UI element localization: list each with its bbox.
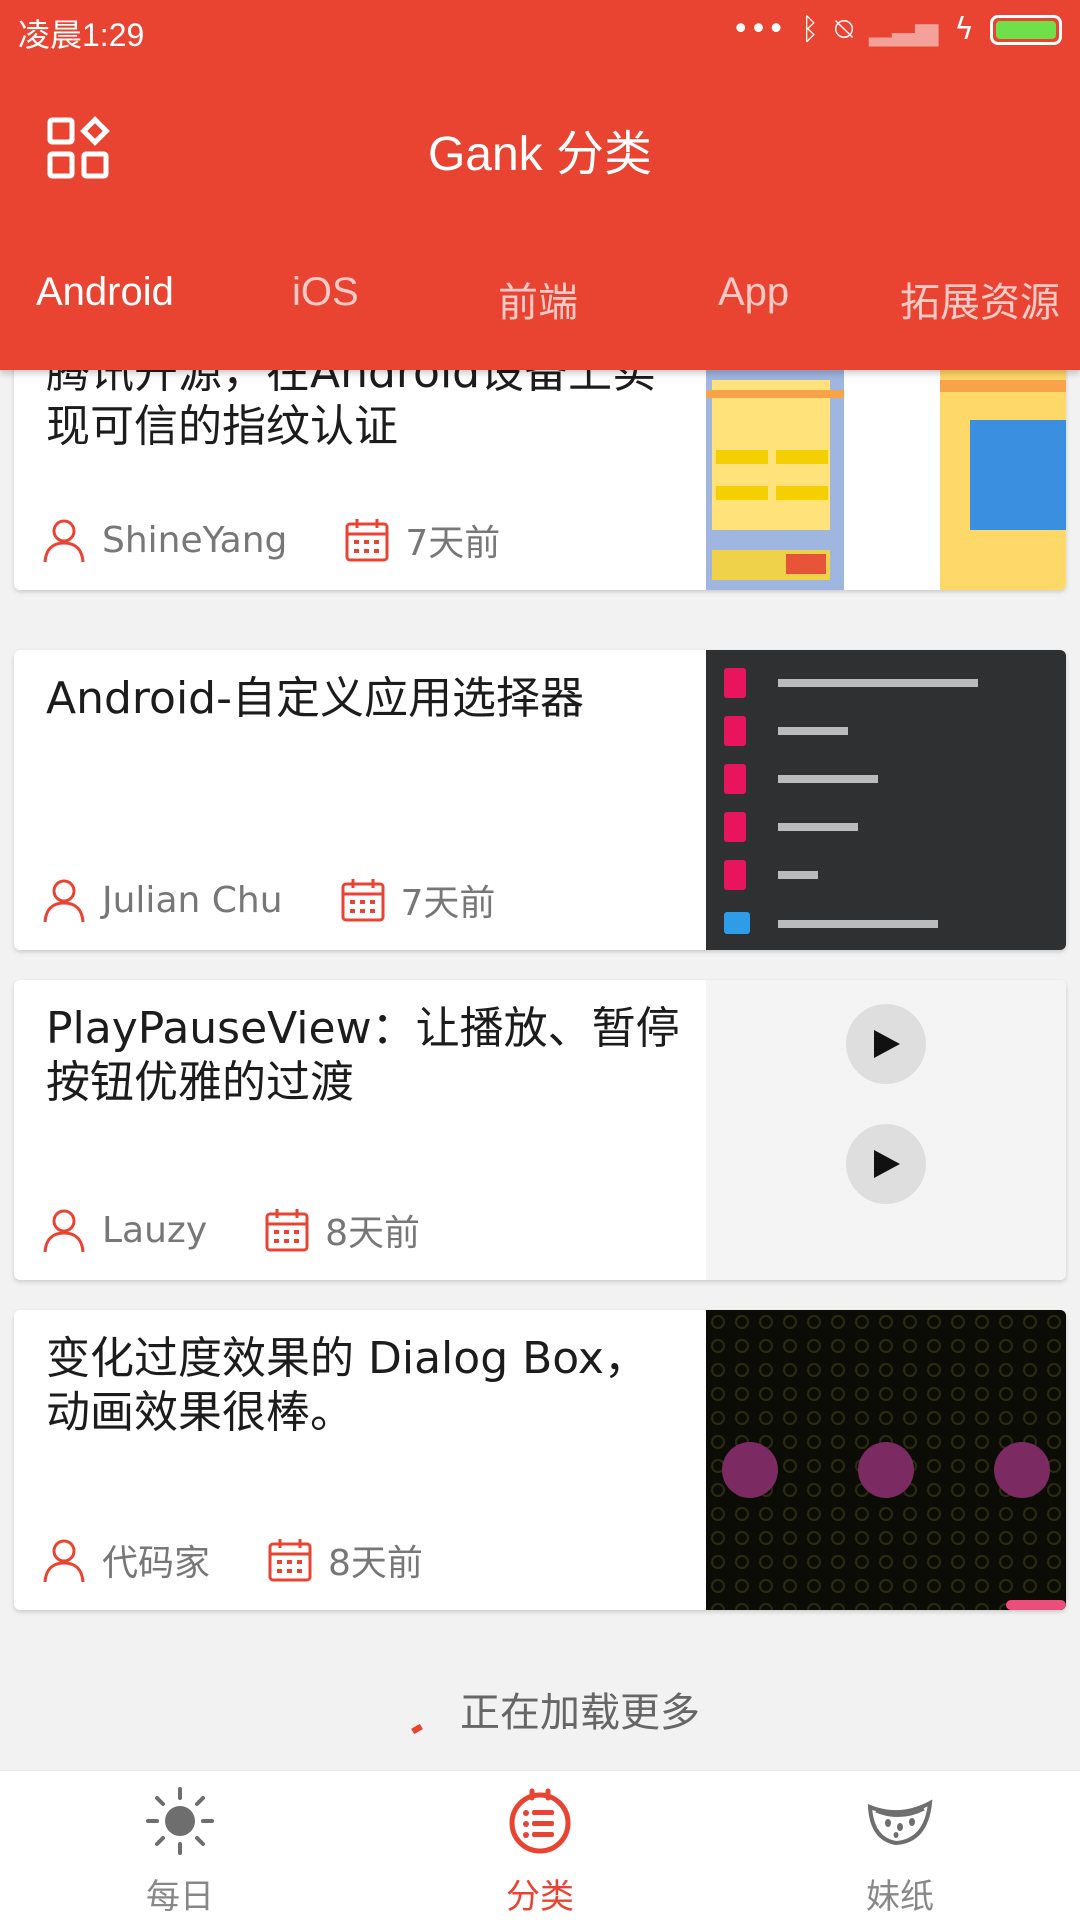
charging-icon: ϟ (954, 12, 974, 47)
tab-ios[interactable]: iOS (292, 270, 359, 315)
person-icon (43, 519, 85, 563)
loading-spinner-icon (411, 1723, 423, 1735)
nav-label: 分类 (506, 1877, 574, 1917)
publish-date: 7天前 (400, 883, 496, 924)
article-list: 腾讯开源，在Android设备上实现可信的指纹认证 ShineYang 7天前 (0, 370, 1080, 1770)
article-title: Android-自定义应用选择器 (46, 673, 584, 724)
article-title: PlayPauseView：让播放、暂停按钮优雅的过渡 (46, 1003, 680, 1108)
article-thumbnail (706, 650, 1066, 950)
toolbar: Gank 分类 (0, 86, 1080, 206)
status-icons: ••• ᛒ ⍉ ▂▃▅ ϟ (732, 12, 1062, 48)
sun-icon (146, 1787, 214, 1855)
article-card[interactable]: Android-自定义应用选择器 Julian Chu 7天前 (14, 650, 1066, 950)
nav-label: 妹纸 (866, 1877, 934, 1917)
article-card[interactable]: 腾讯开源，在Android设备上实现可信的指纹认证 ShineYang 7天前 (14, 370, 1066, 590)
article-title: 腾讯开源，在Android设备上实现可信的指纹认证 (46, 370, 657, 452)
publish-date: 8天前 (328, 1543, 423, 1584)
calendar-icon (268, 1539, 312, 1582)
calendar-icon (265, 1209, 309, 1252)
person-icon (43, 879, 85, 923)
watermelon-icon (867, 1799, 933, 1846)
article-card[interactable]: PlayPauseView：让播放、暂停按钮优雅的过渡 Lauzy 8天前 (14, 980, 1066, 1280)
category-tabs: Android iOS 前端 App 拓展资源 (0, 270, 1080, 332)
loading-text: 正在加载更多 (460, 1690, 700, 1736)
author-name: ShineYang (102, 519, 288, 561)
bluetooth-icon: ᛒ (800, 12, 819, 47)
author-name: Lauzy (102, 1209, 208, 1251)
calendar-icon (345, 519, 389, 562)
article-meta: Julian Chu 7天前 (40, 870, 551, 930)
calendar-icon (341, 879, 385, 922)
article-card[interactable]: 变化过度效果的 Dialog Box，动画效果很棒。 代码家 8天前 (14, 1310, 1066, 1610)
person-icon (43, 1539, 85, 1583)
vibrate-off-icon: ⍉ (834, 12, 853, 47)
article-thumbnail (706, 980, 1066, 1280)
article-meta: 代码家 8天前 (40, 1530, 479, 1590)
loading-more: 正在加载更多 (0, 1680, 1080, 1770)
article-title: 变化过度效果的 Dialog Box，动画效果很棒。 (46, 1333, 648, 1438)
publish-date: 7天前 (405, 523, 501, 564)
more-dots-icon: ••• (731, 12, 785, 47)
bottom-navigation: 每日 分类 妹纸 (0, 1770, 1080, 1920)
page-title: Gank 分类 (427, 128, 653, 181)
author-name: Julian Chu (102, 879, 283, 921)
person-icon (43, 1209, 85, 1253)
tab-android[interactable]: Android (36, 270, 174, 315)
article-meta: Lauzy 8天前 (40, 1200, 476, 1260)
nav-category[interactable]: 分类 (440, 1771, 640, 1920)
author-name: 代码家 (102, 1543, 211, 1584)
article-thumbnail (706, 1310, 1066, 1610)
category-icon (509, 1788, 571, 1854)
signal-icon: ▂▃▅ (868, 12, 939, 47)
article-thumbnail (706, 370, 1066, 590)
status-time: 凌晨1:29 (18, 17, 145, 53)
status-bar: 凌晨1:29 ••• ᛒ ⍉ ▂▃▅ ϟ (0, 0, 1080, 60)
app-bar: 凌晨1:29 ••• ᛒ ⍉ ▂▃▅ ϟ Gank 分类 Android iOS… (0, 0, 1080, 370)
publish-date: 8天前 (325, 1213, 421, 1254)
battery-icon (990, 15, 1062, 45)
tab-extended-resources[interactable]: 拓展资源 (900, 270, 1060, 328)
nav-girls[interactable]: 妹纸 (800, 1771, 1000, 1920)
nav-daily[interactable]: 每日 (80, 1771, 280, 1920)
tab-frontend[interactable]: 前端 (498, 270, 578, 328)
article-meta: ShineYang 7天前 (40, 510, 556, 570)
tab-app[interactable]: App (718, 270, 789, 315)
nav-label: 每日 (146, 1877, 214, 1917)
